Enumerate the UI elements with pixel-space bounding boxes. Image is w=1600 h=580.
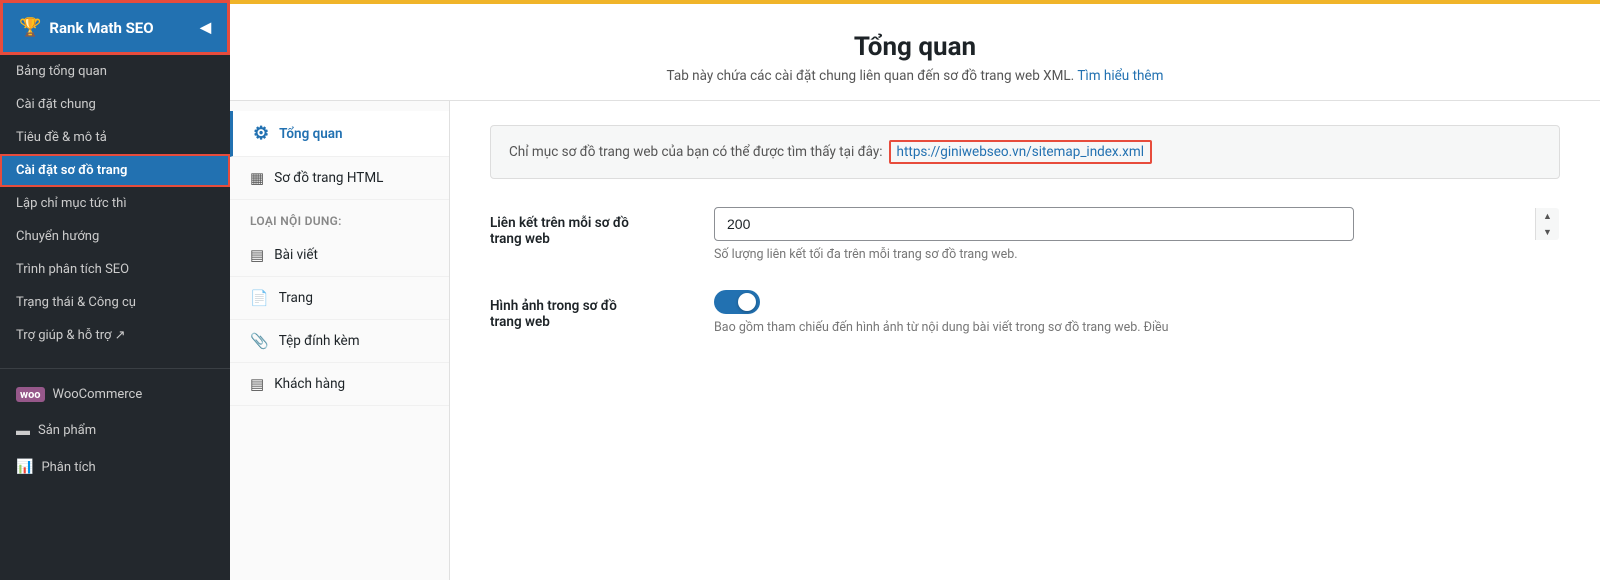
tab-khach-hang[interactable]: ▤ Khách hàng <box>230 363 449 406</box>
sitemap-index-text: Chỉ mục sơ đồ trang web của bạn có thể đ… <box>509 144 883 160</box>
sidebar-item-label: Chuyển hướng <box>16 229 99 244</box>
page-header: Tổng quan Tab này chứa các cài đặt chung… <box>230 4 1600 101</box>
tab-label: Tệp đính kèm <box>279 333 360 349</box>
tab-tong-quan[interactable]: ⚙ Tổng quan <box>230 111 449 157</box>
images-in-sitemap-row: Hình ảnh trong sơ đồtrang web Bao gồm th… <box>490 290 1560 335</box>
page-title: Tổng quan <box>270 32 1560 62</box>
tab-label: Trang <box>279 290 313 306</box>
woo-label: WooCommerce <box>53 387 143 402</box>
toggle-knob <box>738 293 756 311</box>
collapse-icon: ◀ <box>200 20 211 36</box>
sidebar-item-cai-dat-so-do-trang[interactable]: Cài đặt sơ đồ trang <box>0 154 230 187</box>
sitemap-url-box: Chỉ mục sơ đồ trang web của bạn có thể đ… <box>490 125 1560 179</box>
tab-label: Khách hàng <box>274 376 345 392</box>
phan-tich-label: Phân tích <box>41 460 95 475</box>
san-pham-label: Sản phẩm <box>38 423 96 438</box>
tab-label: Tổng quan <box>279 126 342 142</box>
sidebar-item-tro-giup[interactable]: Trợ giúp & hỗ trợ ↗ <box>0 319 230 352</box>
images-in-sitemap-label: Hình ảnh trong sơ đồtrang web <box>490 290 690 330</box>
links-per-sitemap-input[interactable] <box>714 207 1354 241</box>
links-per-sitemap-control: ▲ ▼ Số lượng liên kết tối đa trên mỗi tr… <box>714 207 1560 262</box>
sidebar-item-phan-tich[interactable]: 📊 Phân tích <box>0 449 230 485</box>
rank-math-label: Rank Math SEO <box>49 19 153 37</box>
sidebar-item-lap-chi-muc[interactable]: Lập chỉ mục tức thì <box>0 187 230 220</box>
images-help-text: Bao gồm tham chiếu đến hình ảnh từ nội d… <box>714 320 1560 335</box>
tab-so-do-trang-html[interactable]: ▦ Sơ đồ trang HTML <box>230 157 449 200</box>
pages-icon: 📄 <box>250 289 269 307</box>
sidebar-item-san-pham[interactable]: ▬ Sản phẩm <box>0 412 230 449</box>
attachment-icon: 📎 <box>250 332 269 350</box>
page-subtitle: Tab này chứa các cài đặt chung liên quan… <box>270 68 1560 84</box>
sidebar-item-bang-tong-quan[interactable]: Bảng tổng quan <box>0 55 230 88</box>
sidebar-item-label: Bảng tổng quan <box>16 64 107 79</box>
toggle-wrapper <box>714 290 1560 314</box>
links-per-sitemap-label: Liên kết trên mỗi sơ đồtrang web <box>490 207 690 247</box>
tab-bai-viet[interactable]: ▤ Bài viết <box>230 234 449 277</box>
sitemap-url-link[interactable]: https://giniwebseo.vn/sitemap_index.xml <box>889 140 1152 164</box>
main-content: Tổng quan Tab này chứa các cài đặt chung… <box>230 0 1600 580</box>
right-panel: Chỉ mục sơ đồ trang web của bạn có thể đ… <box>450 101 1600 580</box>
sidebar-item-chuyen-huong[interactable]: Chuyển hướng <box>0 220 230 253</box>
spin-down-button[interactable]: ▼ <box>1536 224 1559 240</box>
sidebar-item-tieu-de-mo-ta[interactable]: Tiêu đề & mô tả <box>0 121 230 154</box>
content-layout: ⚙ Tổng quan ▦ Sơ đồ trang HTML Loại nội … <box>230 101 1600 580</box>
learn-more-link[interactable]: Tìm hiểu thêm <box>1077 68 1163 84</box>
spin-up-button[interactable]: ▲ <box>1536 208 1559 224</box>
sidebar-item-cai-dat-chung[interactable]: Cài đặt chung <box>0 88 230 121</box>
spin-buttons: ▲ ▼ <box>1535 208 1559 240</box>
sidebar: 🏆 Rank Math SEO ◀ Bảng tổng quan Cài đặt… <box>0 0 230 580</box>
posts-icon: ▤ <box>250 246 264 264</box>
tab-tep-dinh-kem[interactable]: 📎 Tệp đính kèm <box>230 320 449 363</box>
html-sitemap-icon: ▦ <box>250 169 264 187</box>
sidebar-item-label: Lập chỉ mục tức thì <box>16 196 127 211</box>
sidebar-item-label: Cài đặt sơ đồ trang <box>16 163 127 178</box>
sidebar-item-label: Trình phân tích SEO <box>16 262 129 277</box>
page-area: Tổng quan Tab này chứa các cài đặt chung… <box>230 4 1600 580</box>
rank-math-icon: 🏆 <box>19 17 41 38</box>
images-toggle-control: Bao gồm tham chiếu đến hình ảnh từ nội d… <box>714 290 1560 335</box>
images-toggle[interactable] <box>714 290 760 314</box>
tab-label: Sơ đồ trang HTML <box>274 170 383 186</box>
sidebar-item-label: Cài đặt chung <box>16 97 96 112</box>
analytics-icon: 📊 <box>16 459 33 475</box>
sidebar-item-label: Tiêu đề & mô tả <box>16 130 107 145</box>
woo-icon: woo <box>16 387 45 402</box>
sidebar-item-trang-thai[interactable]: Trạng thái & Công cụ <box>0 286 230 319</box>
rank-math-menu-item[interactable]: 🏆 Rank Math SEO ◀ <box>0 0 230 55</box>
sidebar-item-label: Trợ giúp & hỗ trợ ↗ <box>16 328 126 343</box>
links-help-text: Số lượng liên kết tối đa trên mỗi trang … <box>714 247 1560 262</box>
links-per-sitemap-row: Liên kết trên mỗi sơ đồtrang web ▲ ▼ Số … <box>490 207 1560 262</box>
gear-icon: ⚙ <box>253 123 269 144</box>
tab-label: Bài viết <box>274 247 318 263</box>
links-input-wrapper: ▲ ▼ <box>714 207 1560 241</box>
product-icon: ▬ <box>16 422 30 439</box>
tabs-nav: ⚙ Tổng quan ▦ Sơ đồ trang HTML Loại nội … <box>230 101 450 580</box>
sidebar-item-woocommerce[interactable]: woo WooCommerce <box>0 377 230 412</box>
sidebar-item-label: Trạng thái & Công cụ <box>16 295 136 310</box>
sidebar-item-trinh-phan-tich[interactable]: Trình phân tích SEO <box>0 253 230 286</box>
customer-icon: ▤ <box>250 375 264 393</box>
content-types-label: Loại nội dung: <box>230 200 449 234</box>
tab-trang[interactable]: 📄 Trang <box>230 277 449 320</box>
